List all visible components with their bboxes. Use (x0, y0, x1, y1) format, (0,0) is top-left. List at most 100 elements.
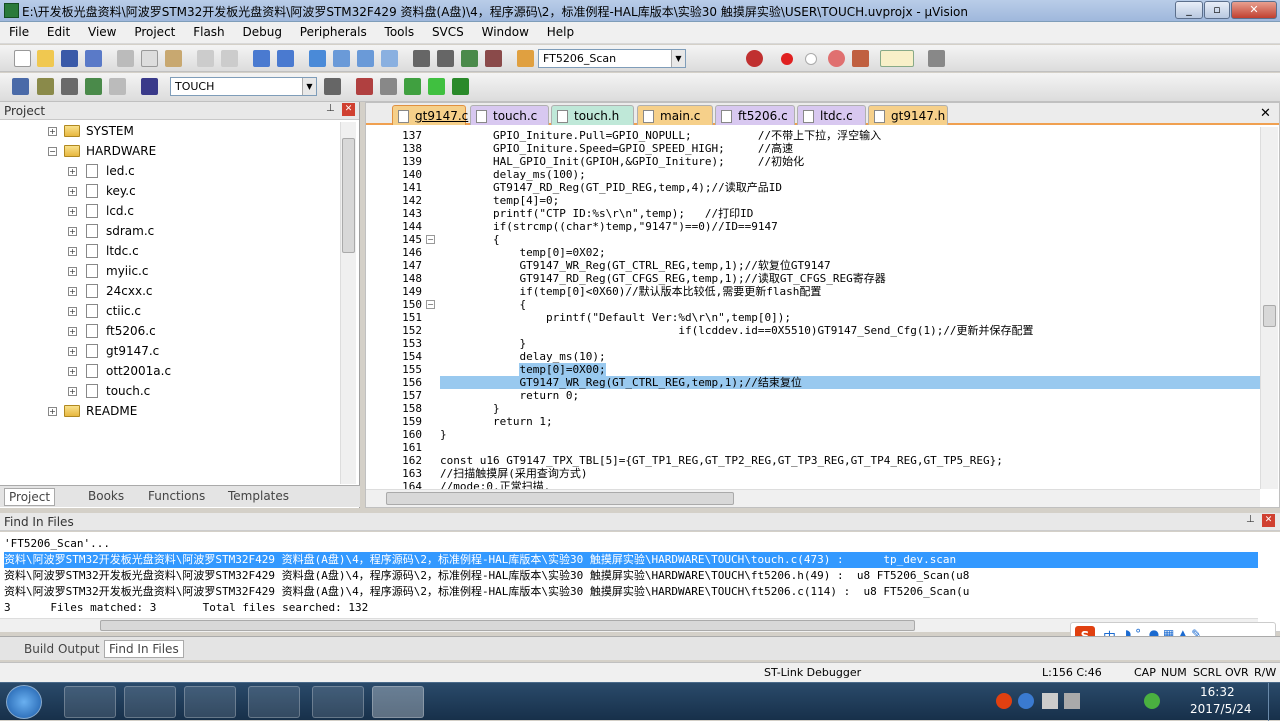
menu-edit[interactable]: Edit (38, 22, 75, 39)
expand-icon[interactable]: + (68, 267, 77, 276)
comment-icon[interactable] (461, 50, 478, 67)
expand-icon[interactable]: + (68, 167, 77, 176)
fold-toggle-icon[interactable]: − (426, 300, 435, 309)
download-icon[interactable] (141, 78, 158, 95)
close-icon[interactable]: ✕ (342, 103, 355, 116)
translate-icon[interactable] (12, 78, 29, 95)
chevron-down-icon[interactable]: ▼ (302, 78, 316, 95)
clock-date[interactable]: 2017/5/24 (1190, 702, 1252, 716)
code-line[interactable]: GPIO_Initure.Speed=GPIO_SPEED_HIGH; //高速 (440, 142, 793, 155)
taskbar-app-explorer[interactable] (184, 686, 236, 718)
help-tray-icon[interactable] (1018, 693, 1034, 709)
code-line[interactable]: HAL_GPIO_Init(GPIOH,&GPIO_Initure); //初始… (440, 155, 804, 168)
tab-ft5206-c[interactable]: ft5206.c (715, 105, 795, 125)
menu-peripherals[interactable]: Peripherals (291, 22, 372, 39)
code-line[interactable]: } (440, 428, 447, 441)
green-tray-icon[interactable] (1144, 693, 1160, 709)
disable-breakpoint-icon[interactable] (805, 53, 817, 65)
code-line[interactable]: delay_ms(100); (440, 168, 586, 181)
expand-icon[interactable]: + (68, 287, 77, 296)
clock-time[interactable]: 16:32 (1200, 685, 1235, 699)
scroll-thumb[interactable] (342, 138, 355, 253)
find-result-line[interactable]: 资料\阿波罗STM32开发板光盘资料\阿波罗STM32F429 资料盘(A盘)\… (4, 568, 1258, 584)
code-line[interactable]: const u16 GT9147_TPX_TBL[5]={GT_TP1_REG,… (440, 454, 1003, 467)
tab-touch-c[interactable]: touch.c (470, 105, 549, 125)
network-tray-icon[interactable] (1042, 693, 1058, 709)
find-result-line[interactable]: 资料\阿波罗STM32开发板光盘资料\阿波罗STM32F429 资料盘(A盘)\… (4, 584, 1258, 600)
pin-icon[interactable]: ⊥ (1246, 514, 1255, 525)
code-line[interactable]: printf("CTP ID:%s\r\n",temp); //打印ID (440, 207, 753, 220)
taskbar-app-green[interactable] (248, 686, 300, 718)
kill-breakpoints-icon[interactable] (828, 50, 845, 67)
sogou-tray-icon[interactable] (996, 693, 1012, 709)
code-line[interactable]: temp[0]=0X02; (440, 246, 605, 259)
breakpoint-icon[interactable] (781, 53, 793, 65)
code-area[interactable]: GPIO_Initure.Pull=GPIO_NOPULL; //不带上下拉，浮… (440, 127, 1260, 489)
paste-icon[interactable] (165, 50, 182, 67)
pin-icon[interactable]: ⊥ (326, 103, 335, 114)
incremental-find-icon[interactable] (746, 50, 763, 67)
maximize-button[interactable]: ▫ (1204, 1, 1230, 19)
code-line[interactable]: //扫描触摸屏(采用查询方式) (440, 467, 588, 480)
code-line[interactable]: return 0; (440, 389, 579, 402)
cut-icon[interactable] (117, 50, 134, 67)
menu-help[interactable]: Help (538, 22, 579, 39)
tab-find-in-files[interactable]: Find In Files (104, 640, 184, 658)
configure-wrench-icon[interactable] (928, 50, 945, 67)
expand-icon[interactable]: + (48, 127, 57, 136)
code-line[interactable]: temp[0]=0X00; (440, 363, 606, 376)
find-results[interactable]: 'FT5206_Scan'... 资料\阿波罗STM32开发板光盘资料\阿波罗S… (0, 532, 1280, 632)
indent-icon[interactable] (413, 50, 430, 67)
tab-gt9147-c[interactable]: gt9147.c (392, 105, 468, 125)
code-line[interactable]: if(lcddev.id==0X5510)GT9147_Send_Cfg(1);… (440, 324, 1033, 337)
menu-tools[interactable]: Tools (376, 22, 420, 39)
tab-ltdc-c[interactable]: ltdc.c (797, 105, 866, 125)
expand-icon[interactable]: + (68, 327, 77, 336)
editor-vscrollbar[interactable] (1260, 127, 1278, 489)
menu-debug[interactable]: Debug (233, 22, 286, 39)
prev-bookmark-icon[interactable] (333, 50, 350, 67)
code-line[interactable]: GT9147_WR_Reg(GT_CTRL_REG,temp,1);//结束复位 (440, 376, 1260, 389)
build-icon[interactable] (37, 78, 54, 95)
code-line[interactable]: delay_ms(10); (440, 350, 605, 363)
code-line[interactable]: } (440, 402, 500, 415)
expand-icon[interactable]: + (68, 367, 77, 376)
file-extensions-icon[interactable] (356, 78, 373, 95)
find-in-files-icon[interactable] (517, 50, 534, 67)
navigate-back-icon[interactable] (253, 50, 270, 67)
code-line[interactable]: { (440, 233, 500, 246)
expand-icon[interactable]: + (68, 347, 77, 356)
collapse-icon[interactable]: − (48, 147, 57, 156)
code-line[interactable]: GT9147_WR_Reg(GT_CTRL_REG,temp,1);//软复位G… (440, 259, 830, 272)
clear-bookmarks-icon[interactable] (381, 50, 398, 67)
expand-icon[interactable]: + (68, 247, 77, 256)
undo-icon[interactable] (197, 50, 214, 67)
find-combo[interactable]: FT5206_Scan ▼ (538, 49, 686, 68)
menu-file[interactable]: File (0, 22, 34, 39)
code-line[interactable]: temp[4]=0; (440, 194, 559, 207)
fold-toggle-icon[interactable]: − (426, 235, 435, 244)
expand-icon[interactable]: + (48, 407, 57, 416)
stop-build-icon[interactable] (109, 78, 126, 95)
expand-icon[interactable]: + (68, 227, 77, 236)
find-result-line[interactable]: 资料\阿波罗STM32开发板光盘资料\阿波罗STM32F429 资料盘(A盘)\… (4, 552, 1258, 568)
project-vscrollbar[interactable] (340, 122, 356, 484)
unindent-icon[interactable] (437, 50, 454, 67)
tab-touch-h[interactable]: touch.h (551, 105, 634, 125)
bookmark-icon[interactable] (309, 50, 326, 67)
tab-functions[interactable]: Functions (148, 489, 205, 503)
open-folder-icon[interactable] (37, 50, 54, 67)
rebuild-icon[interactable] (61, 78, 78, 95)
target-options-icon[interactable] (324, 78, 341, 95)
find-result-line[interactable]: 'FT5206_Scan'... (4, 536, 1258, 552)
selected-text[interactable]: temp[0]=0X00; (519, 363, 606, 376)
start-button[interactable] (6, 685, 42, 719)
save-icon[interactable] (61, 50, 78, 67)
scroll-thumb[interactable] (1263, 305, 1276, 327)
code-line[interactable]: GT9147_RD_Reg(GT_CFGS_REG,temp,1);//读取GT… (440, 272, 885, 285)
chevron-down-icon[interactable]: ▼ (671, 50, 685, 67)
tab-build-output[interactable]: Build Output (24, 642, 100, 656)
taskbar-app-pdf[interactable] (124, 686, 176, 718)
code-line[interactable]: if(temp[0]<0X60)//默认版本比较低,需要更新flash配置 (440, 285, 821, 298)
expand-icon[interactable]: + (68, 307, 77, 316)
